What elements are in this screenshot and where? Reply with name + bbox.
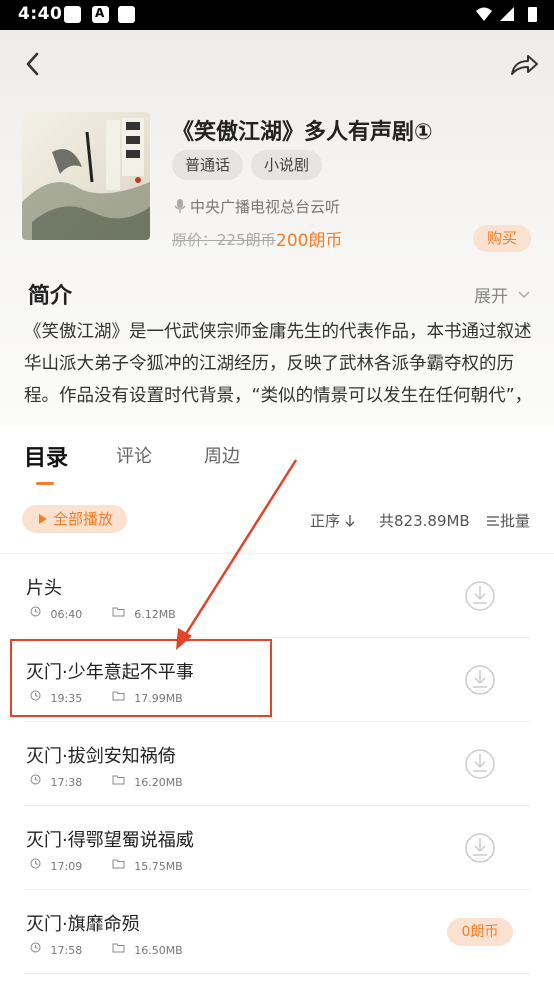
- episode-size: 15.75MB: [134, 859, 183, 873]
- publisher[interactable]: 中央广播电视总台云听: [174, 196, 340, 217]
- episode-duration: 17:38: [50, 775, 83, 789]
- list-toolbar: 全部播放 正序 共823.89MB 批量: [0, 498, 554, 552]
- list-icon: [487, 516, 499, 526]
- chevron-down-icon: [518, 291, 530, 299]
- sort-arrow-icon: [345, 515, 355, 527]
- download-icon[interactable]: [464, 748, 496, 780]
- episode-row[interactable]: 灭门·得鄂望蜀说福威 17:09 15.75MB: [0, 806, 554, 890]
- episode-duration: 17:09: [50, 859, 83, 873]
- app-notification-icon: [92, 6, 109, 23]
- play-icon: [39, 514, 47, 524]
- batch-label: 批量: [500, 512, 531, 530]
- total-size: 共823.89MB: [379, 512, 470, 530]
- episode-row[interactable]: 灭门·旗靡命殒 17:58 16.50MB 0朗币: [0, 890, 554, 974]
- episode-meta: 06:40 6.12MB: [30, 606, 176, 621]
- episode-meta: 17:09 15.75MB: [30, 858, 183, 873]
- folder-icon: [112, 775, 125, 785]
- episode-meta: 17:38 16.20MB: [30, 774, 183, 789]
- tab-comments[interactable]: 评论: [116, 442, 152, 468]
- sort-button[interactable]: 正序: [310, 510, 355, 531]
- episode-size: 16.50MB: [134, 943, 183, 957]
- batch-button[interactable]: 批量: [486, 510, 530, 531]
- coin-price-button[interactable]: 0朗币: [447, 918, 513, 946]
- episode-duration: 06:40: [50, 607, 83, 621]
- notification-icon: [64, 6, 81, 23]
- download-icon[interactable]: [464, 580, 496, 612]
- download-icon[interactable]: [464, 832, 496, 864]
- episode-size: 16.20MB: [134, 775, 183, 789]
- expand-label: 展开: [474, 287, 508, 307]
- intro-heading: 简介: [28, 284, 73, 309]
- episode-title: 灭门·拔剑安知祸倚: [26, 746, 176, 767]
- folder-icon: [112, 943, 125, 953]
- publisher-name: 中央广播电视总台云听: [190, 198, 341, 216]
- episode-title: 灭门·得鄂望蜀说福威: [26, 830, 194, 851]
- notification-icon-2: [118, 6, 135, 23]
- original-price: 原价：225朗币: [172, 231, 276, 249]
- episode-duration: 17:58: [50, 943, 83, 957]
- row-divider: [24, 973, 530, 974]
- folder-icon: [112, 607, 125, 617]
- tab-indicator: [36, 482, 54, 485]
- tab-peripherals[interactable]: 周边: [204, 442, 240, 468]
- play-all-label: 全部播放: [53, 510, 114, 528]
- book-cover-image[interactable]: [22, 112, 150, 240]
- intro-text: 《笑傲江湖》是一代武侠宗师金庸先生的代表作品，本书通过叙述华山派大弟子令狐冲的江…: [24, 322, 533, 406]
- status-time: 4:40: [18, 4, 63, 24]
- tag-language[interactable]: 普通话: [172, 150, 244, 180]
- download-icon[interactable]: [464, 664, 496, 696]
- tab-bar: 目录 评论 周边: [0, 426, 554, 496]
- current-price: 200朗币: [276, 231, 343, 251]
- clock-icon: [30, 942, 41, 953]
- expand-button[interactable]: 展开: [474, 282, 531, 307]
- book-title: 《笑傲江湖》多人有声剧①: [172, 120, 433, 145]
- episode-row[interactable]: 片头 06:40 6.12MB: [0, 554, 554, 638]
- cover-art: [22, 118, 150, 240]
- episode-title: 片头: [26, 578, 62, 599]
- clock-icon: [30, 774, 41, 785]
- episode-size: 6.12MB: [134, 607, 176, 621]
- sort-label: 正序: [310, 512, 341, 530]
- status-bar: 4:40: [0, 0, 554, 30]
- annotation-highlight-box: [10, 639, 272, 717]
- play-all-button[interactable]: 全部播放: [22, 505, 128, 533]
- status-icons: [476, 7, 537, 22]
- clock-icon: [30, 858, 41, 869]
- buy-button[interactable]: 购买: [473, 225, 531, 252]
- tag-genre[interactable]: 小说剧: [251, 150, 323, 180]
- episode-meta: 17:58 16.50MB: [30, 942, 183, 957]
- microphone-icon: [174, 199, 186, 213]
- tab-catalog[interactable]: 目录: [24, 440, 68, 472]
- clock-icon: [30, 606, 41, 617]
- folder-icon: [112, 859, 125, 869]
- episode-row[interactable]: 灭门·拔剑安知祸倚 17:38 16.20MB: [0, 722, 554, 806]
- episode-title: 灭门·旗靡命殒: [26, 914, 140, 935]
- book-header: 《笑傲江湖》多人有声剧① 普通话 小说剧 中央广播电视总台云听 原价：225朗币…: [0, 30, 554, 426]
- back-arrow-icon[interactable]: [20, 48, 50, 80]
- share-icon[interactable]: [508, 50, 540, 80]
